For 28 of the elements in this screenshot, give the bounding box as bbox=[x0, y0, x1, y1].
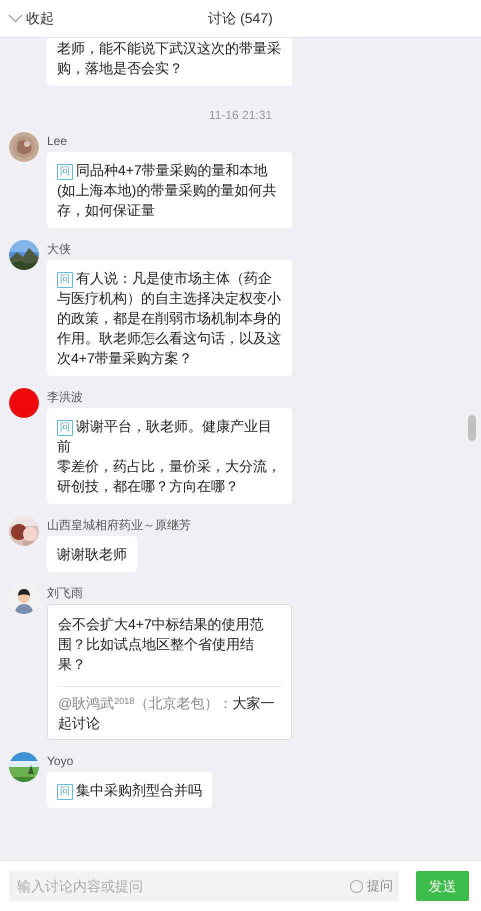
radio-button[interactable] bbox=[350, 880, 363, 892]
message-text: 会不会扩大4+7中标结果的使用范围？比如试点地区整个省使用结果？ bbox=[58, 615, 265, 674]
send-button[interactable]: 发送 bbox=[416, 871, 469, 901]
question-option[interactable]: 提问 bbox=[350, 876, 393, 896]
chevron-down-icon bbox=[8, 14, 23, 23]
message-text: 零差价，药占比，量价采，大分流，研创技，都在哪？方向在哪？ bbox=[57, 457, 282, 496]
author-name: 李洪波 bbox=[47, 390, 84, 404]
reply-quote: @耿鸿武$^{2018}$（北京老包）：大家一起讨论 bbox=[58, 686, 281, 733]
page-title: 讨论 (547) bbox=[208, 10, 273, 26]
author-name: 刘飞雨 bbox=[47, 586, 84, 600]
message-text: 谢谢耿老师 bbox=[57, 545, 127, 564]
input-field[interactable]: 输入讨论内容或提问 提问 bbox=[9, 871, 399, 901]
author-name: Yoyo bbox=[47, 754, 74, 768]
collapse-button[interactable]: 收起 bbox=[6, 0, 56, 37]
question-tag: 问 bbox=[57, 420, 73, 436]
message-text: 问 集中采购剂型合并吗 bbox=[57, 780, 202, 800]
message-text: 老师，能不能说下武汉这次的带量采购，落地是否会实？ bbox=[57, 39, 282, 78]
scrollbar[interactable] bbox=[468, 415, 476, 441]
message-text: 问 谢谢平台，耿老师。健康产业目前 bbox=[57, 417, 273, 456]
timestamp: 11-16 21:31 bbox=[208, 108, 272, 122]
message-text: 问 有人说：凡是使市场主体（药企与医疗机构）的自主选择决定权变小的政策，都是在削弱市场机制本身的作用。耿老师怎么看这句话，以及这次4+7带量采购方案？ bbox=[57, 269, 282, 368]
message-text: 问 同品种4+7带量采购的量和本地(如上海本地)的带量采购的量如何共存，如何保证量 bbox=[57, 161, 278, 220]
author-name: 山西皇城相府药业～原继芳 bbox=[47, 518, 191, 532]
question-tag: 问 bbox=[57, 272, 73, 288]
author-name: 大侠 bbox=[47, 242, 72, 256]
question-tag: 问 bbox=[57, 784, 73, 800]
question-tag: 问 bbox=[57, 164, 73, 180]
author-name: Lee bbox=[47, 134, 68, 148]
